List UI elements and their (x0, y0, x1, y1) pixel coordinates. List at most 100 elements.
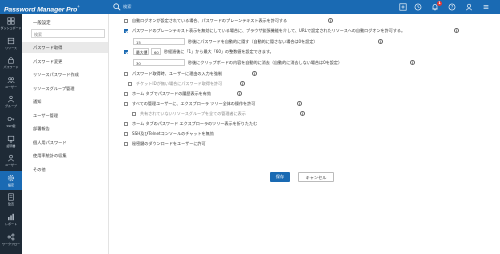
option-checkbox[interactable] (124, 121, 128, 126)
settings-filter-input[interactable]: 検索 (31, 29, 105, 38)
option-checkbox[interactable] (124, 91, 128, 96)
option-label: SSH及びTelnetコンソールのチャットを無効 (132, 130, 214, 136)
ssh-key-icon (7, 117, 15, 121)
nav-item-label: ユーザー (5, 84, 17, 89)
option-checkbox[interactable] (124, 71, 128, 76)
clock-icon[interactable] (414, 3, 422, 11)
certificate-icon (7, 135, 15, 143)
dashboard-icon (7, 17, 15, 25)
option-label: 自動ログオンが設定されている場合、パスワードのプレーンテキスト表示を許可する (132, 17, 288, 23)
user-avatar-icon[interactable] (465, 3, 473, 11)
info-icon[interactable]: i (410, 60, 415, 65)
user-icon (7, 155, 15, 162)
info-icon[interactable]: i (454, 28, 459, 33)
nav-item-label: ダッシュボード (0, 26, 22, 30)
brand-logo[interactable]: Password Manager Pro+ (2, 2, 104, 14)
password-icon (8, 57, 14, 64)
info-icon[interactable]: i (328, 18, 333, 23)
save-button[interactable]: 保存 (270, 172, 290, 182)
option-checkbox[interactable] (128, 81, 132, 86)
workflow-icon (7, 233, 15, 240)
settings-main-panel: 自動ログオンが設定されている場合、パスワードのプレーンテキスト表示を許可する i… (110, 14, 500, 254)
cancel-button[interactable]: キャンセル (298, 172, 334, 182)
max-value-select[interactable]: 最大値 (133, 48, 149, 55)
info-icon[interactable]: i (237, 91, 242, 96)
nav-item-label: SSH鍵 (6, 124, 16, 128)
brand-name: Password Manager Pro+ (4, 4, 80, 14)
info-icon[interactable]: i (297, 101, 302, 106)
option-checkbox[interactable] (124, 131, 128, 136)
nav-item-label: ユーザー (5, 163, 17, 168)
add-icon[interactable] (399, 3, 407, 11)
option-label: 秘密鍵のダウンロードをユーザーに許可 (132, 140, 206, 146)
settings-menu-item[interactable]: 使用率統計の収集 (22, 150, 108, 161)
option-label: すべての管理ユーザーに、エクスプローラ ツリー全体の操作を許可 (132, 100, 256, 106)
nav-item-password[interactable]: パスワード (0, 53, 22, 72)
option-label: ホーム タブのパスワード エクスプローラのツリー表示を折りたたむ (132, 120, 258, 126)
nav-item-resources[interactable]: リソース (0, 34, 22, 53)
nav-item-label: リソース (5, 45, 17, 50)
chevron-down-icon (144, 51, 147, 53)
resources-icon (7, 37, 15, 44)
option-checkbox[interactable] (124, 141, 128, 146)
reports-icon (8, 213, 14, 221)
svg-text:?: ? (451, 4, 453, 9)
nav-item-user[interactable]: ユーザー (0, 151, 22, 170)
settings-menu-item[interactable]: 通知 (22, 96, 108, 107)
brand-superscript: + (77, 4, 80, 9)
settings-sidebar: 一般設定 検索 パスワード取得 パスワード変更 リソースパスワード作成 リソースグルー… (22, 14, 109, 254)
nav-item-users[interactable]: ユーザー (0, 73, 22, 92)
groups-icon (7, 96, 15, 103)
left-navigation: ダッシュボード リソース パスワード ユーザー グループ SSH鍵 証明書 ユーザー 設定 監査レ… (0, 14, 22, 254)
nav-item-label: グループ (5, 104, 17, 109)
nav-item-dashboard[interactable]: ダッシュボード (0, 14, 22, 33)
option-label: パスワードのプレーンテキスト表示を無効にしている場合に、ブラウザ拡張機能を介して… (132, 27, 406, 33)
settings-menu-item[interactable]: その他 (22, 164, 108, 175)
top-bar: Password Manager Pro+ 検索 1 ? (0, 0, 500, 14)
settings-menu-item[interactable]: パスワード変更 (22, 56, 108, 67)
option-label: 共有されていないリソースグループを全ての管理者に表示 (140, 110, 246, 116)
search-icon[interactable] (113, 3, 121, 11)
nav-item-label: パスワード (3, 65, 19, 70)
search-input[interactable]: 検索 (123, 4, 131, 10)
settings-menu-item[interactable]: パスワード取得 (22, 42, 108, 53)
settings-menu-item[interactable]: 個人用パスワード (22, 137, 108, 148)
option-label: 秒後にパスワードを自動的に隠す（自動的に隠さない場合は0を設定） (188, 38, 318, 44)
settings-icon (7, 174, 15, 181)
audit-icon (8, 193, 14, 201)
option-checkbox[interactable] (124, 28, 128, 33)
notification-badge: 1 (437, 1, 442, 6)
nav-item-audit[interactable]: 監査 (0, 190, 22, 209)
nav-item-certificate[interactable]: 証明書 (0, 132, 22, 151)
settings-title: 一般設定 (33, 21, 51, 26)
info-icon[interactable]: i (240, 81, 245, 86)
help-icon[interactable]: ? (448, 3, 456, 11)
users-icon (7, 77, 15, 83)
nav-item-label: ワークフロー (1, 241, 20, 246)
menu-icon[interactable] (482, 3, 490, 11)
option-checkbox[interactable] (124, 101, 128, 106)
max-value-input[interactable]: 60 (151, 48, 161, 55)
nav-item-label: 証明書 (6, 143, 16, 148)
info-icon[interactable]: i (252, 71, 257, 76)
option-checkbox[interactable] (124, 18, 128, 23)
nav-item-workflow[interactable]: ワークフロー (0, 230, 22, 249)
info-icon[interactable]: i (378, 39, 383, 44)
nav-item-ssh-key[interactable]: SSH鍵 (0, 112, 22, 131)
option-label: チケットIDが無い場合にパスワード取得を許可 (136, 80, 223, 86)
info-icon[interactable]: i (300, 111, 305, 116)
settings-menu-item[interactable]: リソースグループ管理 (22, 83, 108, 94)
nav-item-groups[interactable]: グループ (0, 92, 22, 111)
option-label: 秒経過後に「1」から最大「60」の整数値を設定できます。 (164, 48, 274, 54)
nav-item-settings[interactable]: 設定 (0, 170, 22, 190)
settings-menu-item[interactable]: ユーザー管理 (22, 110, 108, 121)
option-label: パスワード取得時、ユーザーに理由の入力を強制 (132, 70, 222, 76)
settings-menu-item[interactable]: 部署報告 (22, 123, 108, 134)
nav-item-reports[interactable]: レポート (0, 210, 22, 229)
clipboard-clear-seconds-input[interactable]: 30 (133, 59, 185, 66)
option-checkbox[interactable] (132, 111, 136, 116)
hide-password-seconds-input[interactable]: 15 (133, 38, 185, 45)
option-label: 秒後にクリップボードの内容を自動的に消去（自動的に消去しない場合は0を設定） (188, 59, 343, 65)
option-checkbox[interactable] (124, 49, 128, 54)
settings-menu-item[interactable]: リソースパスワード作成 (22, 69, 108, 80)
